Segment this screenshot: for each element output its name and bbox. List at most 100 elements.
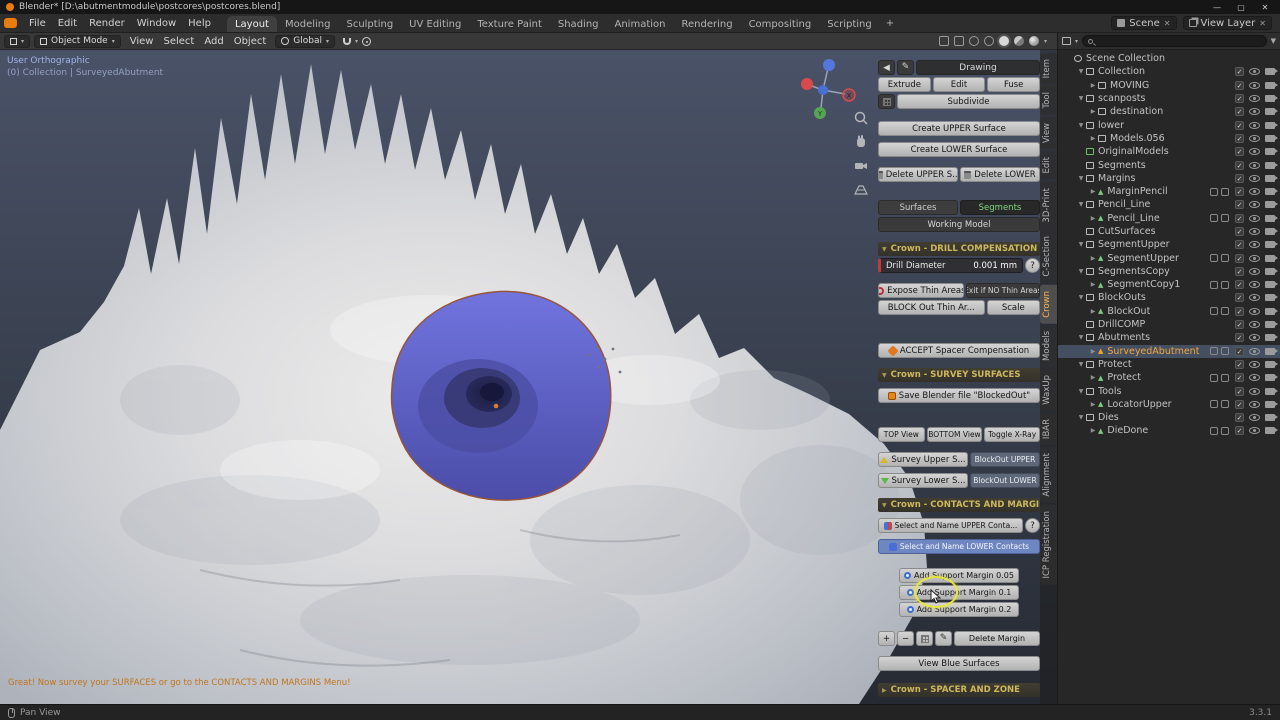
modifier-icon[interactable] — [1210, 254, 1218, 263]
delete-upper-surface-button[interactable]: Delete UPPER S... — [878, 167, 958, 182]
extrude-button[interactable]: Extrude — [878, 77, 931, 92]
outliner-item-surveyedabutment[interactable]: ▶ ▲ SurveyedAbutment ✓ — [1058, 344, 1280, 358]
hide-in-viewport-icon[interactable] — [1249, 134, 1260, 142]
outliner-item-segmentupper[interactable]: ▼ SegmentUpper ✓ — [1058, 238, 1280, 251]
expand-arrow-icon[interactable]: ▶ — [1088, 82, 1098, 89]
view-layer-selector[interactable]: View Layer ✕ — [1182, 16, 1272, 30]
outliner-item-scene-collection[interactable]: Scene Collection — [1058, 52, 1280, 65]
workspace-tab-shading[interactable]: Shading — [550, 16, 607, 32]
select-name-upper-contacts-button[interactable]: Select and Name UPPER Conta... — [878, 518, 1023, 533]
subdivide-button[interactable]: Subdivide — [897, 94, 1040, 109]
disable-in-render-icon[interactable] — [1265, 294, 1278, 302]
collapse-arrow-icon[interactable]: ▼ — [1076, 294, 1086, 301]
panel-collapse-button[interactable]: ◀ — [878, 60, 895, 75]
outliner-item-locatorupper[interactable]: ▶ ▲ LocatorUpper ✓ — [1058, 398, 1280, 411]
section-survey-surfaces[interactable]: ▼ Crown - SURVEY SURFACES — [878, 368, 1040, 382]
snap-dropdown-icon[interactable]: ▾ — [355, 38, 358, 45]
outliner-item-diedone[interactable]: ▶ ▲ DieDone ✓ — [1058, 424, 1280, 437]
view-blue-surfaces-button[interactable]: View Blue Surfaces — [878, 656, 1040, 671]
perspective-toggle-icon[interactable] — [853, 182, 869, 198]
hide-in-viewport-icon[interactable] — [1249, 360, 1260, 368]
hide-in-viewport-icon[interactable] — [1249, 121, 1260, 129]
disable-in-render-icon[interactable] — [1265, 360, 1278, 368]
expand-arrow-icon[interactable]: ▶ — [1088, 215, 1098, 222]
exclude-checkbox[interactable]: ✓ — [1235, 333, 1244, 343]
exclude-checkbox[interactable]: ✓ — [1235, 240, 1244, 250]
category-tab-view[interactable]: View — [1040, 116, 1057, 150]
survey-upper-button[interactable]: Survey Upper S... — [878, 452, 968, 467]
proportional-edit-icon[interactable] — [362, 36, 372, 46]
scene-selector[interactable]: Scene ✕ — [1111, 16, 1177, 30]
category-tab-crown[interactable]: Crown — [1040, 284, 1057, 324]
hide-in-viewport-icon[interactable] — [1249, 374, 1260, 382]
hide-in-viewport-icon[interactable] — [1249, 68, 1260, 76]
viewport-menu-view[interactable]: View — [125, 36, 159, 47]
outliner-item-segments[interactable]: Segments ✓ — [1058, 158, 1280, 171]
collapse-arrow-icon[interactable]: ▼ — [1076, 68, 1086, 75]
exclude-checkbox[interactable]: ✓ — [1235, 266, 1244, 276]
add-support-margin-005-button[interactable]: Add Support Margin 0.05 — [899, 568, 1019, 583]
exclude-checkbox[interactable]: ✓ — [1235, 359, 1244, 369]
outliner-item-cutsurfaces[interactable]: CutSurfaces ✓ — [1058, 225, 1280, 238]
menu-render[interactable]: Render — [83, 16, 131, 31]
orientation-dropdown[interactable]: Global ▾ — [275, 34, 336, 48]
disable-in-render-icon[interactable] — [1265, 267, 1278, 275]
category-tab-icp-registration[interactable]: ICP Registration — [1040, 504, 1057, 585]
workspace-tab-sculpting[interactable]: Sculpting — [338, 16, 401, 32]
exclude-checkbox[interactable]: ✓ — [1235, 253, 1244, 263]
screen-icon[interactable] — [1221, 400, 1229, 409]
exclude-checkbox[interactable]: ✓ — [1235, 67, 1244, 77]
blender-menu-icon[interactable] — [4, 18, 17, 28]
modifier-icon[interactable] — [1210, 187, 1218, 196]
outliner-item-margins[interactable]: ▼ Margins ✓ — [1058, 172, 1280, 185]
modifier-icon[interactable] — [1210, 426, 1218, 435]
drill-help-button[interactable]: ? — [1025, 258, 1040, 273]
modifier-icon[interactable] — [1210, 307, 1218, 316]
disable-in-render-icon[interactable] — [1265, 161, 1278, 169]
survey-lower-button[interactable]: Survey Lower S... — [878, 473, 968, 488]
margin-pencil-button[interactable]: ✎ — [935, 631, 952, 646]
outliner-item-segmentupper[interactable]: ▶ ▲ SegmentUpper ✓ — [1058, 251, 1280, 264]
menu-edit[interactable]: Edit — [52, 16, 83, 31]
disable-in-render-icon[interactable] — [1265, 174, 1278, 182]
disable-in-render-icon[interactable] — [1265, 400, 1278, 408]
delete-margin-button[interactable]: Delete Margin — [954, 631, 1040, 646]
scale-button[interactable]: Scale — [986, 300, 1040, 315]
category-tab-alignment[interactable]: Alignment — [1040, 447, 1057, 503]
outliner-item-lower[interactable]: ▼ lower ✓ — [1058, 118, 1280, 131]
workspace-tab-uv-editing[interactable]: UV Editing — [401, 16, 469, 32]
category-tab-ibar[interactable]: IBAR — [1040, 413, 1057, 446]
hide-in-viewport-icon[interactable] — [1249, 95, 1260, 103]
disable-in-render-icon[interactable] — [1265, 254, 1278, 262]
add-workspace-button[interactable]: + — [880, 15, 900, 32]
outliner-item-marginpencil[interactable]: ▶ ▲ MarginPencil ✓ — [1058, 185, 1280, 198]
collapse-arrow-icon[interactable]: ▼ — [1076, 268, 1086, 275]
hide-in-viewport-icon[interactable] — [1249, 294, 1260, 302]
hide-in-viewport-icon[interactable] — [1249, 347, 1260, 355]
exclude-checkbox[interactable]: ✓ — [1235, 120, 1244, 130]
hide-in-viewport-icon[interactable] — [1249, 254, 1260, 262]
screen-icon[interactable] — [1221, 187, 1229, 196]
unlink-scene-button[interactable]: ✕ — [1164, 19, 1171, 28]
disable-in-render-icon[interactable] — [1265, 387, 1278, 395]
disable-in-render-icon[interactable] — [1265, 241, 1278, 249]
expand-arrow-icon[interactable]: ▶ — [1088, 308, 1098, 315]
workspace-tab-texture-paint[interactable]: Texture Paint — [469, 16, 550, 32]
screen-icon[interactable] — [1221, 254, 1229, 263]
outliner-item-dies[interactable]: ▼ Dies ✓ — [1058, 411, 1280, 424]
subdivide-options-button[interactable] — [878, 94, 895, 109]
menu-window[interactable]: Window — [131, 16, 182, 31]
exclude-checkbox[interactable]: ✓ — [1235, 386, 1244, 396]
exclude-checkbox[interactable]: ✓ — [1235, 80, 1244, 90]
hide-in-viewport-icon[interactable] — [1249, 281, 1260, 289]
disable-in-render-icon[interactable] — [1265, 347, 1278, 355]
hide-in-viewport-icon[interactable] — [1249, 400, 1260, 408]
collapse-arrow-icon[interactable]: ▼ — [1076, 361, 1086, 368]
exclude-checkbox[interactable]: ✓ — [1235, 147, 1244, 157]
disable-in-render-icon[interactable] — [1265, 334, 1278, 342]
workspace-tab-layout[interactable]: Layout — [226, 16, 277, 32]
toggle-xray-button[interactable]: Toggle X-Ray — [984, 427, 1041, 442]
modifier-icon[interactable] — [1210, 347, 1218, 356]
category-tab-c-section[interactable]: C-Section — [1040, 230, 1057, 283]
outliner-item-collection[interactable]: ▼ Collection ✓ — [1058, 65, 1280, 78]
